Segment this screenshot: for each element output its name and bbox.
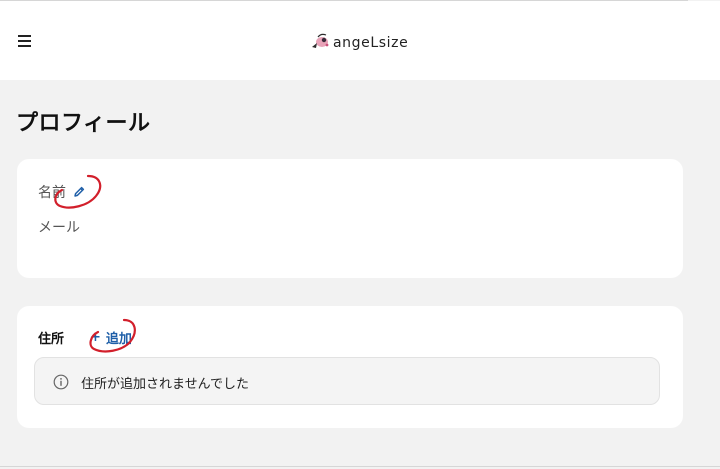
hamburger-menu-icon[interactable] xyxy=(16,32,36,52)
profile-card xyxy=(17,159,683,278)
app-header: angeLsize xyxy=(0,1,720,80)
address-label: 住所 xyxy=(38,332,65,347)
bottom-divider xyxy=(0,466,720,467)
logo-text: angeLsize xyxy=(333,35,409,51)
name-field: 名前 xyxy=(38,182,86,202)
info-icon xyxy=(53,374,69,390)
page-title: プロフィール xyxy=(16,111,151,136)
empty-address-notice: 住所が追加されませんでした xyxy=(34,357,660,405)
plus-icon: + xyxy=(90,330,101,345)
pencil-icon[interactable] xyxy=(72,185,86,199)
add-address-label: 追加 xyxy=(105,332,132,347)
angel-logo-icon xyxy=(312,33,329,48)
add-address-button[interactable]: + 追加 xyxy=(90,328,132,347)
brand-logo[interactable]: angeLsize xyxy=(309,30,408,54)
empty-address-text: 住所が追加されませんでした xyxy=(81,377,249,392)
name-label: 名前 xyxy=(38,185,66,201)
email-field-label: メール xyxy=(38,220,80,236)
